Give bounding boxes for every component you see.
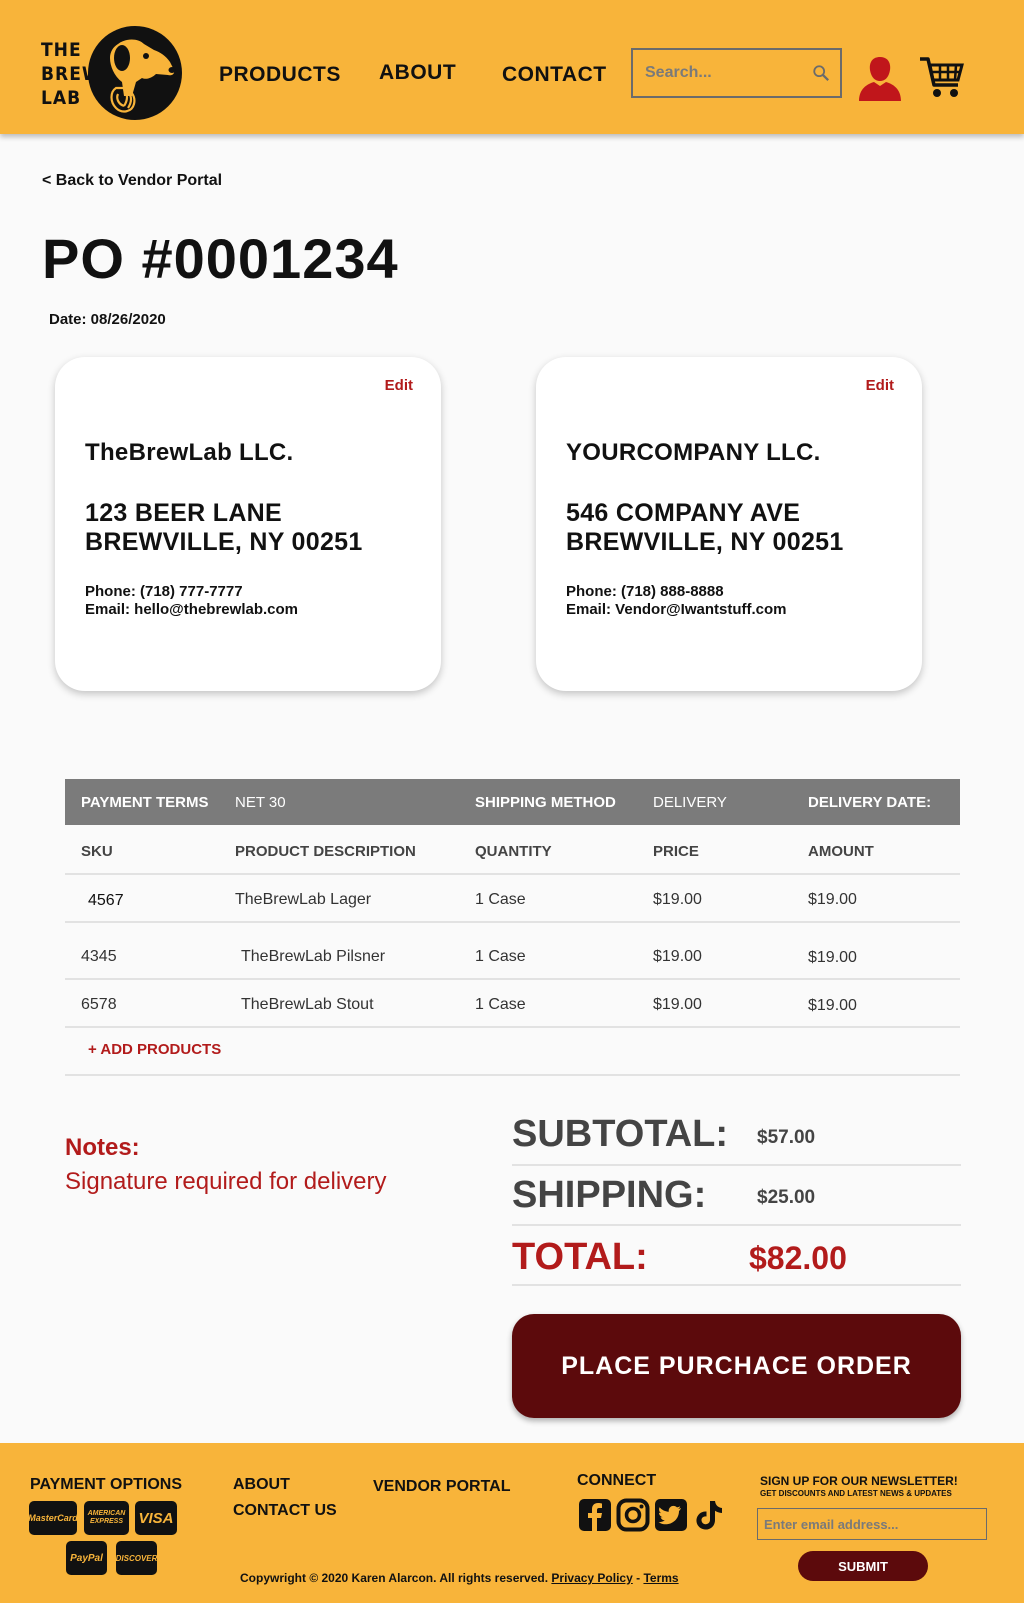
delivery-date-label[interactable]: DELIVERY DATE: xyxy=(808,794,931,811)
nav-contact[interactable]: CONTACT xyxy=(502,63,607,87)
divider xyxy=(65,978,960,980)
twitter-icon[interactable] xyxy=(654,1498,688,1532)
divider xyxy=(65,921,960,923)
mastercard-icon: MasterCard xyxy=(28,1501,78,1535)
shipping-method-label: SHIPPING METHOD xyxy=(475,794,616,811)
divider xyxy=(65,873,960,875)
notes-label: Notes: xyxy=(65,1134,140,1161)
instagram-icon[interactable] xyxy=(616,1498,650,1532)
edit-seller-button[interactable]: Edit xyxy=(385,377,413,394)
notes-text[interactable]: Signature required for delivery xyxy=(65,1168,387,1196)
cell-amount: $19.00 xyxy=(808,949,857,966)
discover-icon: DISCOVER xyxy=(116,1541,157,1575)
seller-address-card: Edit TheBrewLab LLC. 123 BEER LANE BREWV… xyxy=(55,357,441,691)
privacy-policy-link[interactable]: Privacy Policy xyxy=(551,1571,632,1585)
phone-number: Phone: (718) 777-7777 xyxy=(85,583,243,600)
payment-terms-label: PAYMENT TERMS xyxy=(81,794,209,811)
email-address: Email: Vendor@Iwantstuff.com xyxy=(566,601,787,618)
amex-icon: AMERICAN EXPRESS xyxy=(84,1501,129,1535)
cell-quantity[interactable]: 1 Case xyxy=(475,996,526,1014)
cell-amount: $19.00 xyxy=(808,891,857,908)
paypal-icon: PayPal xyxy=(66,1541,107,1575)
cell-sku: 4567 xyxy=(88,892,124,909)
buyer-address-card: Edit YOURCOMPANY LLC. 546 COMPANY AVE BR… xyxy=(536,357,922,691)
footer-link-contact-us[interactable]: CONTACT US xyxy=(233,1502,337,1520)
subtotal-value: $57.00 xyxy=(757,1127,816,1148)
newsletter-submit-button[interactable]: SUBMIT xyxy=(798,1551,928,1581)
column-header-sku: SKU xyxy=(81,843,113,860)
company-name: YOURCOMPANY LLC. xyxy=(566,439,821,466)
add-products-button[interactable]: + ADD PRODUCTS xyxy=(88,1041,221,1058)
cell-sku: 4345 xyxy=(81,948,117,965)
address-line: BREWVILLE, NY 00251 xyxy=(85,528,363,556)
terms-link[interactable]: Terms xyxy=(643,1571,678,1585)
footer-link-about[interactable]: ABOUT xyxy=(233,1476,290,1494)
payment-options-heading: PAYMENT OPTIONS xyxy=(30,1476,183,1493)
newsletter-subheading: GET DISCOUNTS AND LATEST NEWS & UPDATES xyxy=(760,1489,952,1498)
column-header-price: PRICE xyxy=(653,843,699,860)
connect-heading: CONNECT xyxy=(577,1472,657,1489)
search-box xyxy=(631,48,842,98)
link-separator: - xyxy=(632,1571,644,1585)
shipping-value: $25.00 xyxy=(757,1187,816,1208)
nav-about[interactable]: ABOUT xyxy=(379,61,456,85)
cell-description: TheBrewLab Stout xyxy=(241,996,374,1013)
divider xyxy=(512,1164,961,1166)
company-name: TheBrewLab LLC. xyxy=(85,439,294,466)
divider xyxy=(512,1284,961,1286)
total-label: TOTAL: xyxy=(512,1236,648,1278)
tiktok-icon[interactable] xyxy=(692,1498,726,1532)
copyright-text: Copywright © 2020 Karen Alarcon. All rig… xyxy=(240,1571,679,1585)
divider xyxy=(65,1026,960,1028)
nav-products[interactable]: PRODUCTS xyxy=(219,63,341,87)
phone-number: Phone: (718) 888-8888 xyxy=(566,583,724,600)
page-title: PO #0001234 xyxy=(42,227,399,290)
place-purchase-order-button[interactable]: PLACE PURCHACE ORDER xyxy=(512,1314,961,1418)
search-icon[interactable] xyxy=(812,64,830,82)
order-terms-bar: PAYMENT TERMS NET 30 SHIPPING METHOD DEL… xyxy=(65,779,960,825)
address-line: 123 BEER LANE xyxy=(85,499,283,527)
cell-description: TheBrewLab Lager xyxy=(235,891,372,908)
search-input[interactable] xyxy=(633,50,840,96)
column-header-description: PRODUCT DESCRIPTION xyxy=(235,843,416,860)
user-account-icon[interactable] xyxy=(857,55,903,101)
site-header: THE BREW LAB PRODUCTS ABOUT CONTACT xyxy=(0,0,1024,134)
divider xyxy=(65,1074,960,1076)
cell-price: $19.00 xyxy=(653,891,702,908)
newsletter-heading: SIGN UP FOR OUR NEWSLETTER! xyxy=(760,1474,958,1488)
cell-sku: 6578 xyxy=(81,996,117,1013)
subtotal-label: SUBTOTAL: xyxy=(512,1113,729,1155)
cell-amount: $19.00 xyxy=(808,997,857,1014)
cell-price: $19.00 xyxy=(653,996,702,1013)
edit-buyer-button[interactable]: Edit xyxy=(866,377,894,394)
shopping-cart-icon[interactable] xyxy=(918,53,966,101)
shipping-method-value[interactable]: DELIVERY xyxy=(653,794,727,811)
address-line: 546 COMPANY AVE xyxy=(566,499,801,527)
shipping-label: SHIPPING: xyxy=(512,1174,707,1216)
address-line: BREWVILLE, NY 00251 xyxy=(566,528,844,556)
total-value: $82.00 xyxy=(749,1240,847,1276)
cell-quantity[interactable]: 1 Case xyxy=(475,948,526,966)
cell-description: TheBrewLab Pilsner xyxy=(241,948,386,965)
column-header-amount: AMOUNT xyxy=(808,843,874,860)
po-date: Date: 08/26/2020 xyxy=(49,311,166,328)
back-to-vendor-portal-link[interactable]: < Back to Vendor Portal xyxy=(42,172,222,190)
payment-terms-value[interactable]: NET 30 xyxy=(235,794,286,811)
divider xyxy=(512,1224,961,1226)
copyright-notice: Copywright © 2020 Karen Alarcon. All rig… xyxy=(240,1571,549,1585)
footer-link-vendor-portal[interactable]: VENDOR PORTAL xyxy=(373,1478,510,1496)
cell-price: $19.00 xyxy=(653,948,702,965)
column-header-quantity: QUANTITY xyxy=(475,843,552,860)
visa-icon: VISA xyxy=(135,1501,177,1535)
cell-quantity[interactable]: 1 Case xyxy=(475,891,526,909)
dog-logo-icon[interactable] xyxy=(88,26,182,120)
newsletter-email-input[interactable] xyxy=(757,1508,987,1540)
email-address: Email: hello@thebrewlab.com xyxy=(85,601,299,618)
facebook-icon[interactable] xyxy=(578,1498,612,1532)
